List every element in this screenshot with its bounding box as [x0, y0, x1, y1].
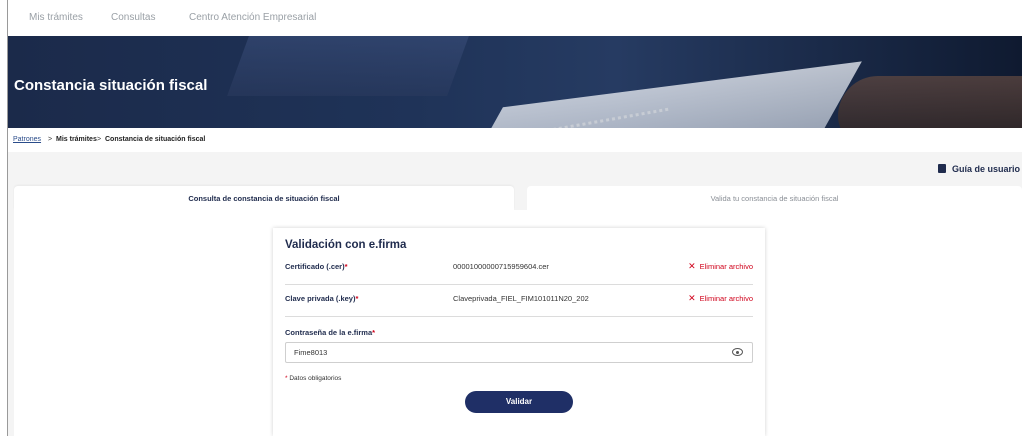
breadcrumb-current: Constancia de situación fiscal: [105, 136, 206, 143]
required-fields-note: * Datos obligatorios: [285, 375, 342, 382]
page-title: Constancia situación fiscal: [14, 77, 208, 94]
efirma-validation-card: Validación con e.firma Certificado (.cer…: [273, 228, 765, 436]
user-guide-label: Guía de usuario: [952, 164, 1021, 174]
close-icon: ✕: [688, 293, 696, 303]
card-title: Validación con e.firma: [285, 239, 407, 251]
breadcrumb: Patrones > Mis trámites > Constancia de …: [8, 128, 1022, 152]
hero-banner: Constancia situación fiscal: [8, 36, 1022, 128]
private-key-filename: Claveprivada_FIEL_FIM101011N20_202: [453, 294, 589, 303]
eye-icon[interactable]: [732, 348, 743, 356]
remove-private-key-button[interactable]: ✕ Eliminar archivo: [688, 293, 753, 304]
nav-consultas[interactable]: Consultas: [111, 12, 155, 23]
breadcrumb-separator: >: [97, 136, 102, 143]
top-navigation: Mis trámites Consultas Centro Atención E…: [8, 0, 1022, 36]
password-value: Fime8013: [294, 348, 328, 357]
window-left-border: [0, 0, 8, 436]
remove-certificate-button[interactable]: ✕ Eliminar archivo: [688, 261, 753, 272]
password-label: Contraseña de la e.firma*: [285, 328, 376, 337]
certificate-row: Certificado (.cer)* 00001000000715959604…: [285, 252, 753, 285]
private-key-row: Clave privada (.key)* Claveprivada_FIEL_…: [285, 284, 753, 317]
password-input[interactable]: Fime8013: [285, 342, 753, 363]
tab-consulta-constancia[interactable]: Consulta de constancia de situación fisc…: [14, 186, 514, 210]
tab-label: Valida tu constancia de situación fiscal: [710, 194, 839, 203]
nav-mis-tramites[interactable]: Mis trámites: [29, 12, 83, 23]
validar-button[interactable]: Validar: [465, 391, 573, 413]
breadcrumb-separator: >: [48, 136, 53, 143]
certificate-filename: 00001000000715959604.cer: [453, 262, 549, 271]
tab-label: Consulta de constancia de situación fisc…: [188, 194, 340, 203]
hero-hand-image: [838, 76, 1022, 128]
nav-centro-atencion[interactable]: Centro Atención Empresarial: [189, 12, 316, 23]
book-icon: [938, 164, 946, 173]
user-guide-link[interactable]: Guía de usuario: [938, 164, 1020, 174]
hero-laptop-image: [227, 36, 469, 96]
breadcrumb-patrones[interactable]: Patrones: [13, 136, 41, 143]
tab-valida-constancia[interactable]: Valida tu constancia de situación fiscal: [527, 186, 1022, 210]
private-key-label: Clave privada (.key)*: [285, 294, 359, 303]
certificate-label: Certificado (.cer)*: [285, 262, 348, 271]
close-icon: ✕: [688, 261, 696, 271]
breadcrumb-mis-tramites[interactable]: Mis trámites: [56, 136, 97, 143]
